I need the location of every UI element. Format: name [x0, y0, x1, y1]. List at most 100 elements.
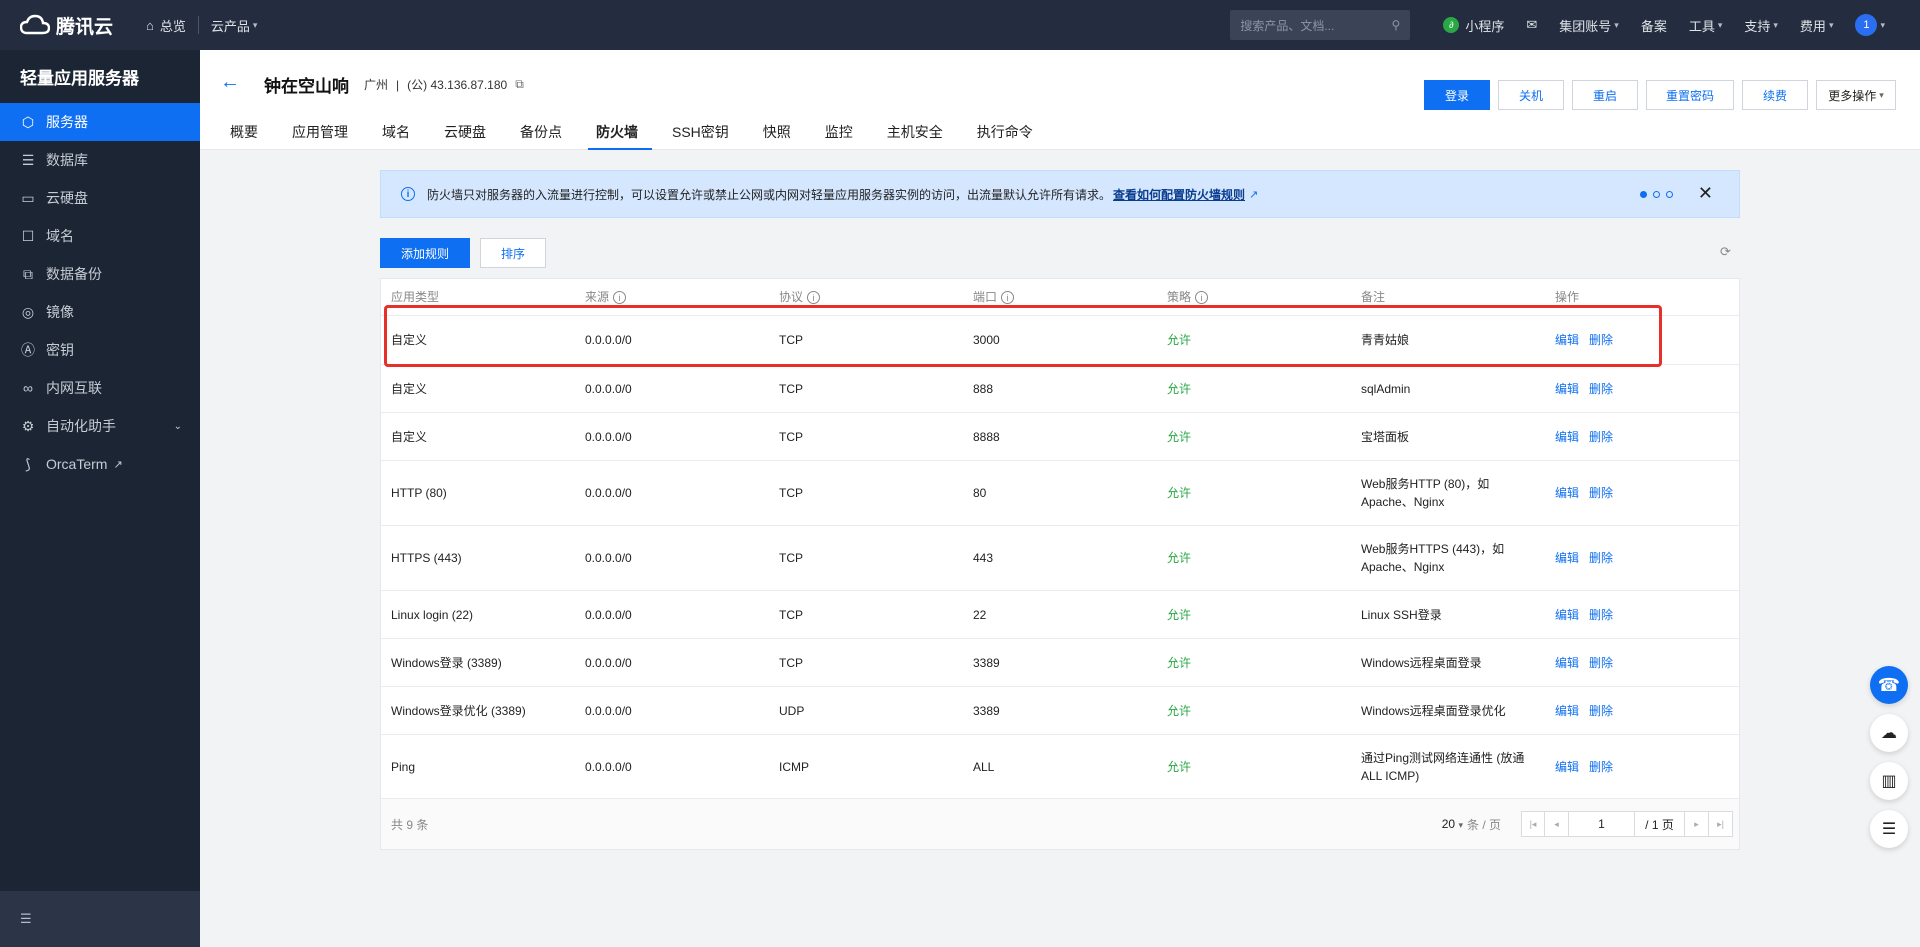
- docs-button[interactable]: ▥: [1870, 762, 1908, 800]
- delete-button[interactable]: 删除: [1589, 430, 1613, 444]
- tab-domain[interactable]: 域名: [382, 122, 424, 150]
- search-input[interactable]: 搜索产品、文档... ⚲: [1230, 10, 1411, 40]
- info-icon[interactable]: i: [1001, 291, 1015, 305]
- cell-note: 青青姑娘: [1361, 333, 1410, 347]
- sidebar-item-database[interactable]: ☰ 数据库: [0, 141, 200, 179]
- chevron-down-icon: ▾: [1458, 820, 1463, 830]
- group-account-menu[interactable]: 集团账号 ▾: [1548, 0, 1630, 50]
- info-icon[interactable]: i: [613, 291, 627, 305]
- tab-monitoring[interactable]: 监控: [825, 122, 867, 150]
- firewall-help-link[interactable]: 查看如何配置防火墙规则: [1113, 186, 1245, 203]
- tab-overview[interactable]: 概要: [230, 122, 272, 150]
- tools-menu[interactable]: 工具 ▾: [1678, 0, 1734, 50]
- prev-page-icon[interactable]: ◂: [1545, 811, 1569, 837]
- sidebar-item-image[interactable]: ◎ 镜像: [0, 293, 200, 331]
- delete-button[interactable]: 删除: [1589, 760, 1613, 774]
- collapse-sidebar-button[interactable]: ☰: [0, 891, 200, 947]
- tab-ssh-keys[interactable]: SSH密钥: [672, 122, 743, 150]
- search-icon: ⚲: [1391, 18, 1401, 32]
- delete-button[interactable]: 删除: [1589, 382, 1613, 396]
- copy-icon[interactable]: ⧉: [515, 77, 524, 92]
- support-menu[interactable]: 支持 ▾: [1733, 0, 1789, 50]
- mail-button[interactable]: ✉: [1515, 0, 1548, 50]
- edit-button[interactable]: 编辑: [1555, 382, 1579, 396]
- page-count: / 1 页: [1635, 811, 1685, 837]
- sidebar-item-server[interactable]: ⬡ 服务器: [0, 103, 200, 141]
- delete-button[interactable]: 删除: [1589, 656, 1613, 670]
- sidebar-item-disk[interactable]: ▭ 云硬盘: [0, 179, 200, 217]
- per-page-label: 条 / 页: [1466, 817, 1501, 832]
- edit-button[interactable]: 编辑: [1555, 608, 1579, 622]
- login-button[interactable]: 登录: [1424, 80, 1490, 110]
- cloud-icon: ☁: [1881, 725, 1897, 742]
- delete-button[interactable]: 删除: [1589, 608, 1613, 622]
- sort-button[interactable]: 排序: [480, 238, 546, 268]
- sidebar-item-key[interactable]: Ⓐ 密钥: [0, 331, 200, 369]
- tab-app-management[interactable]: 应用管理: [292, 122, 362, 150]
- delete-button[interactable]: 删除: [1589, 486, 1613, 500]
- products-menu[interactable]: 云产品 ▾: [199, 0, 270, 50]
- last-page-icon[interactable]: ▸|: [1709, 811, 1733, 837]
- cell-policy: 允许: [1167, 486, 1192, 500]
- cell-source: 0.0.0.0/0: [585, 759, 632, 774]
- restart-button[interactable]: 重启: [1572, 80, 1638, 110]
- info-icon[interactable]: i: [1195, 291, 1209, 305]
- edit-button[interactable]: 编辑: [1555, 704, 1579, 718]
- delete-button[interactable]: 删除: [1589, 704, 1613, 718]
- edit-button[interactable]: 编辑: [1555, 486, 1579, 500]
- edit-button[interactable]: 编辑: [1555, 430, 1579, 444]
- first-page-icon[interactable]: |◂: [1521, 811, 1545, 837]
- edit-button[interactable]: 编辑: [1555, 551, 1579, 565]
- tab-snapshots[interactable]: 快照: [763, 122, 805, 150]
- sidebar-item-automation[interactable]: ⚙ 自动化助手 ⌄: [0, 407, 200, 445]
- cell-port: 80: [973, 486, 987, 500]
- icp-filing-link[interactable]: 备案: [1630, 0, 1678, 50]
- delete-button[interactable]: 删除: [1589, 551, 1613, 565]
- more-actions-button[interactable]: 更多操作 ▾: [1816, 80, 1896, 110]
- miniprogram-link[interactable]: ∂ 小程序: [1432, 0, 1515, 50]
- close-icon[interactable]: ✕: [1698, 183, 1713, 204]
- brand-logo[interactable]: 腾讯云: [0, 0, 134, 50]
- carousel-dot[interactable]: [1640, 191, 1647, 198]
- column-header: 备注: [1361, 290, 1386, 304]
- edit-button[interactable]: 编辑: [1555, 760, 1579, 774]
- next-page-icon[interactable]: ▸: [1685, 811, 1709, 837]
- customer-service-button[interactable]: ☎: [1870, 666, 1908, 704]
- sidebar-item-label: 内网互联: [46, 380, 102, 396]
- account-menu[interactable]: 1 ▾: [1844, 0, 1896, 50]
- chevron-down-icon: ▾: [1828, 19, 1834, 30]
- page-input[interactable]: 1: [1569, 811, 1635, 837]
- list-button[interactable]: ☰: [1870, 810, 1908, 848]
- cloud-download-button[interactable]: ☁: [1870, 714, 1908, 752]
- page-size-select[interactable]: 20 ▾: [1442, 817, 1463, 831]
- edit-button[interactable]: 编辑: [1555, 333, 1579, 347]
- cell-type: 自定义: [391, 429, 428, 444]
- back-arrow-icon[interactable]: ←: [220, 72, 240, 92]
- tab-firewall[interactable]: 防火墙: [588, 122, 652, 150]
- external-link-icon: ↗: [113, 458, 123, 471]
- billing-menu[interactable]: 费用 ▾: [1789, 0, 1845, 50]
- tab-host-security[interactable]: 主机安全: [887, 122, 957, 150]
- info-icon[interactable]: i: [807, 291, 821, 305]
- sidebar-item-orcaterm[interactable]: ⟆ OrcaTerm ↗: [0, 445, 200, 483]
- reset-password-button[interactable]: 重置密码: [1646, 80, 1734, 110]
- delete-button[interactable]: 删除: [1589, 333, 1613, 347]
- tab-run-command[interactable]: 执行命令: [977, 122, 1047, 150]
- add-rule-button[interactable]: 添加规则: [380, 238, 470, 268]
- carousel-dot[interactable]: [1653, 191, 1660, 198]
- cell-note: 宝塔面板: [1361, 429, 1410, 444]
- tab-backup-points[interactable]: 备份点: [520, 122, 576, 150]
- overview-link[interactable]: ⌂ 总览: [134, 0, 198, 50]
- edit-button[interactable]: 编辑: [1555, 656, 1579, 670]
- shutdown-button[interactable]: 关机: [1498, 80, 1564, 110]
- cell-port: 888: [973, 381, 994, 396]
- carousel-dot[interactable]: [1666, 191, 1673, 198]
- sidebar-item-intranet[interactable]: ∞ 内网互联: [0, 369, 200, 407]
- cell-source: 0.0.0.0/0: [585, 381, 632, 396]
- sidebar-item-backup[interactable]: ⧉ 数据备份: [0, 255, 200, 293]
- renew-button[interactable]: 续费: [1742, 80, 1808, 110]
- external-link-icon[interactable]: ↗: [1249, 188, 1258, 201]
- refresh-icon[interactable]: ⟳: [1720, 244, 1731, 260]
- tab-cloud-disk[interactable]: 云硬盘: [444, 122, 500, 150]
- sidebar-item-domain[interactable]: ☐ 域名: [0, 217, 200, 255]
